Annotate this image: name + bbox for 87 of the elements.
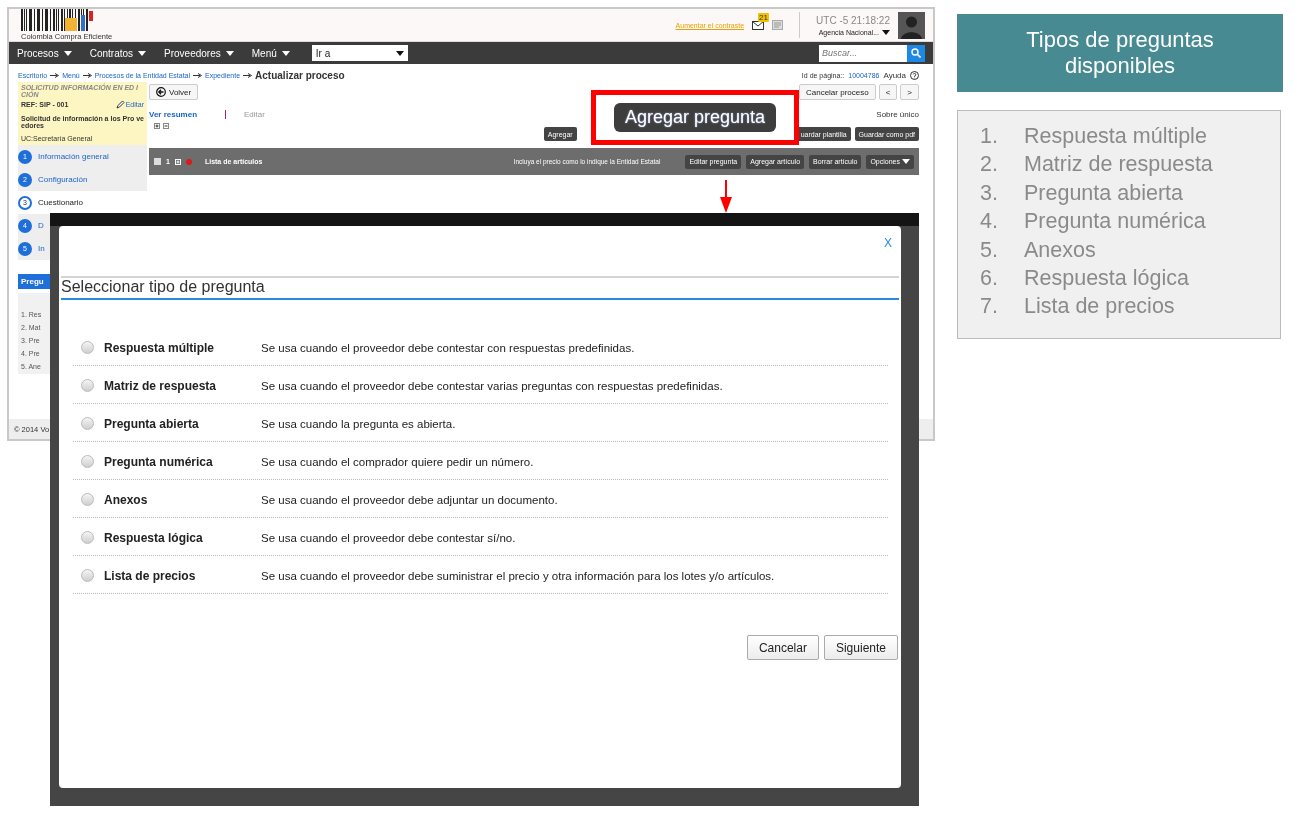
search-icon	[911, 48, 921, 58]
option-label: Matriz de respuesta	[104, 378, 218, 393]
radio-button[interactable]	[81, 569, 94, 582]
list-number: 7.	[980, 293, 999, 321]
step-label: D	[38, 221, 44, 230]
questions-header: Pregu	[18, 274, 50, 289]
nav-menu[interactable]: Contratos	[89, 47, 147, 59]
radio-button[interactable]	[81, 455, 94, 468]
option-description: Se usa cuando el proveedor debe contestar varias preguntas con respuestas predefinidas.	[261, 379, 723, 392]
radio-button[interactable]	[81, 493, 94, 506]
page-title: Actualizar proceso	[255, 69, 345, 81]
option-label: Lista de precios	[104, 568, 197, 583]
document-icon[interactable]	[772, 20, 784, 30]
caret-icon	[225, 50, 234, 56]
arrow-icon	[50, 72, 60, 78]
status-dot-icon	[185, 158, 192, 165]
back-button[interactable]: Volver	[149, 84, 199, 100]
radio-button[interactable]	[81, 379, 94, 392]
help-link[interactable]: Ayuda	[883, 70, 906, 80]
option-label: Respuesta múltiple	[104, 340, 216, 355]
option-description: Se usa cuando el proveedor debe contestar sí/no.	[261, 531, 516, 544]
back-arrow-icon	[156, 87, 166, 97]
nav-menu[interactable]: Procesos	[17, 47, 72, 59]
search-button[interactable]	[907, 44, 925, 62]
add-question-button[interactable]: Agregar pregunta	[613, 103, 777, 132]
help-icon[interactable]	[910, 70, 919, 80]
option-description: Se usa cuando la pregunta es abierta.	[261, 417, 456, 430]
option-description: Se usa cuando el proveedor debe suministrar el precio y otra información para los lotes y/o artículos.	[261, 569, 775, 582]
list-item: Lista de precios	[1024, 293, 1175, 321]
previous-button[interactable]: <	[878, 84, 898, 100]
option-description: Se usa cuando el proveedor debe contestar con respuestas predefinidas.	[261, 341, 635, 354]
caret-icon	[882, 29, 890, 35]
nav-menu[interactable]: Proveedores	[164, 47, 234, 59]
checkbox[interactable]	[154, 158, 161, 165]
radio-button[interactable]	[81, 417, 94, 430]
pencil-icon	[115, 100, 125, 109]
mail-count-badge: 21	[758, 12, 769, 22]
panel-title: Tipos de preguntas disponibles	[957, 14, 1283, 92]
cancel-process-button[interactable]: Cancelar proceso	[798, 84, 876, 100]
option-label: Respuesta lógica	[104, 530, 204, 545]
close-button[interactable]: X	[884, 236, 892, 250]
list-item: Matriz de respuesta	[1024, 151, 1213, 179]
step-label: Cuestionario	[38, 198, 83, 207]
list-item: Pregunta abierta	[1024, 179, 1183, 207]
search-field[interactable]: Buscar...	[819, 44, 907, 62]
expand-icon[interactable]	[154, 123, 160, 129]
envelope-label: Sobre único	[876, 110, 919, 119]
step-label: Configuración	[38, 175, 88, 184]
next-button[interactable]: >	[900, 84, 919, 100]
radio-button[interactable]	[81, 341, 94, 354]
caret-icon	[281, 50, 290, 56]
nav-menu[interactable]: Menú	[251, 47, 290, 59]
collapse-icon[interactable]	[163, 123, 169, 129]
arrow-icon	[82, 72, 92, 78]
list-number: 3.	[980, 179, 999, 207]
list-number: 4.	[980, 208, 999, 236]
list-number: 1.	[980, 123, 999, 150]
list-number: 2.	[980, 151, 999, 179]
option-description: Se usa cuando el proveedor debe adjuntar un documento.	[261, 493, 558, 506]
dialog-title: Seleccionar tipo de pregunta	[61, 276, 899, 300]
option-label: Anexos	[104, 492, 149, 507]
step-label: Información general	[38, 152, 109, 161]
list-item: Respuesta lógica	[1024, 265, 1189, 293]
clock: UTC -5 21:18:22	[816, 14, 890, 26]
step-label: In	[38, 244, 45, 253]
list-item: Anexos	[1024, 236, 1096, 264]
dialog-button[interactable]: Siguiente	[823, 635, 898, 660]
list-item: Pregunta numérica	[1024, 208, 1206, 236]
list-number: 6.	[980, 265, 999, 293]
option-label: Pregunta numérica	[104, 454, 214, 469]
list-item: Respuesta múltiple	[1024, 123, 1207, 150]
dialog-button[interactable]: Cancelar	[746, 635, 819, 660]
option-label: Pregunta abierta	[104, 416, 200, 431]
list-number: 5.	[980, 236, 999, 264]
caret-icon	[395, 50, 404, 56]
radio-button[interactable]	[81, 531, 94, 544]
goto-select[interactable]: Ir a	[311, 45, 408, 61]
view-link[interactable]: Ver resumen	[149, 110, 198, 119]
avatar-icon[interactable]	[898, 11, 925, 39]
arrow-icon	[243, 72, 253, 78]
caret-icon	[138, 50, 147, 56]
option-description: Se usa cuando el comprador quiere pedir un número.	[261, 455, 534, 468]
caret-icon	[63, 50, 72, 56]
mail-icon[interactable]	[752, 20, 765, 30]
caret-icon	[902, 159, 910, 164]
pointer-arrow	[720, 180, 732, 213]
arrow-icon	[193, 72, 203, 78]
